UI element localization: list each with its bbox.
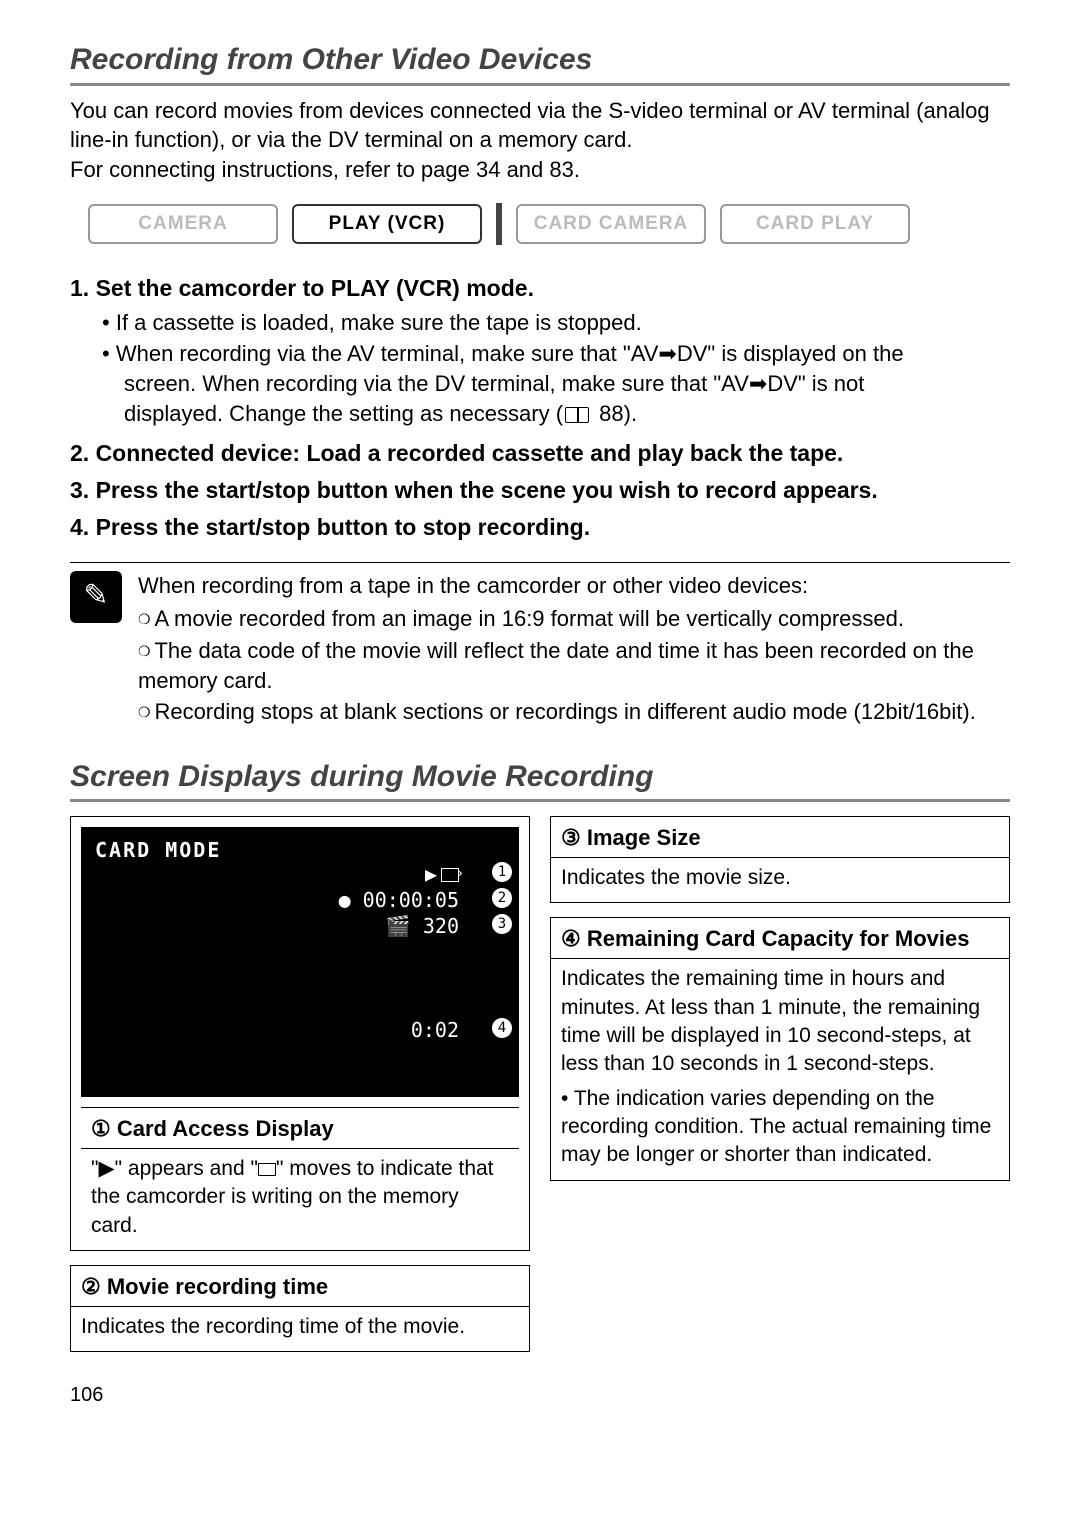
note-bullet-3: Recording stops at blank sections or rec…: [138, 697, 1010, 727]
card-2-title: ② Movie recording time: [71, 1266, 529, 1307]
mode-selector-row: CAMERA PLAY (VCR) CARD CAMERA CARD PLAY: [88, 203, 1010, 245]
circled-1: ①: [91, 1116, 111, 1141]
step1-bullet-2: When recording via the AV terminal, make…: [102, 339, 1010, 428]
callout-3: 3: [491, 913, 513, 935]
card-4-title-text: Remaining Card Capacity for Movies: [581, 926, 970, 951]
step-1: 1. Set the camcorder to PLAY (VCR) mode.: [70, 273, 1010, 304]
card-3-title-text: Image Size: [581, 825, 701, 850]
mode-camera: CAMERA: [88, 204, 278, 244]
camcorder-screen: CARD MODE ▶ ● 00:00:05 🎬 320 0:02 1 2 3 …: [81, 827, 519, 1097]
screen-display-card: CARD MODE ▶ ● 00:00:05 🎬 320 0:02 1 2 3 …: [70, 816, 530, 1251]
book-icon: [565, 407, 589, 423]
right-column: ③ Image Size Indicates the movie size. ④…: [550, 816, 1010, 1352]
circled-3: ③: [561, 825, 581, 850]
page-number: 106: [70, 1382, 1010, 1409]
card-4: ④ Remaining Card Capacity for Movies Ind…: [550, 917, 1010, 1180]
mode-play-vcr: PLAY (VCR): [292, 204, 482, 244]
step1-b2-a: When recording via the AV terminal, make…: [116, 341, 904, 366]
callout-2: 2: [491, 887, 513, 909]
card-1-body: "▶" appears and "" moves to indicate tha…: [81, 1149, 519, 1250]
mode-divider: [496, 203, 502, 245]
mode-card-play: CARD PLAY: [720, 204, 910, 244]
note-icon: ✎: [70, 571, 122, 623]
card4-body-text: Indicates the remaining time in hours an…: [561, 967, 980, 1075]
intro-text-2: For connecting instructions, refer to pa…: [70, 157, 580, 182]
left-column: CARD MODE ▶ ● 00:00:05 🎬 320 0:02 1 2 3 …: [70, 816, 530, 1352]
card-icon: [441, 868, 459, 882]
callout-1: 1: [491, 861, 513, 883]
note-intro: When recording from a tape in the camcor…: [138, 571, 1010, 601]
step1-bullet-1: If a cassette is loaded, make sure the t…: [102, 308, 1010, 338]
mode-card-camera: CARD CAMERA: [516, 204, 706, 244]
step-3: 3. Press the start/stop button when the …: [70, 475, 1010, 506]
step1-b2c-page: 88).: [593, 401, 637, 426]
note-bullet-2: The data code of the movie will reflect …: [138, 636, 1010, 695]
card-small-icon: [258, 1163, 276, 1176]
card-1-title: ① Card Access Display: [81, 1107, 519, 1149]
screen-line-1: ▶: [425, 861, 459, 888]
step-1-bullets: If a cassette is loaded, make sure the t…: [102, 308, 1010, 429]
card-3: ③ Image Size Indicates the movie size.: [550, 816, 1010, 903]
columns: CARD MODE ▶ ● 00:00:05 🎬 320 0:02 1 2 3 …: [70, 816, 1010, 1352]
card-2-body: Indicates the recording time of the movi…: [71, 1307, 529, 1351]
note-body: When recording from a tape in the camcor…: [138, 571, 1010, 729]
card1-body-a: "▶" appears and ": [91, 1157, 258, 1180]
card-1-title-text: Card Access Display: [111, 1116, 334, 1141]
card-4-body: Indicates the remaining time in hours an…: [551, 959, 1009, 1179]
screen-line-4: 0:02: [411, 1017, 459, 1044]
intro-text-1: You can record movies from devices conne…: [70, 98, 990, 153]
step1-b2-c: displayed. Change the setting as necessa…: [124, 399, 1010, 429]
circled-4: ④: [561, 926, 581, 951]
screen-card-mode: CARD MODE: [95, 837, 221, 864]
card-3-title: ③ Image Size: [551, 817, 1009, 858]
circled-2: ②: [81, 1274, 101, 1299]
note-bullet-1: A movie recorded from an image in 16:9 f…: [138, 604, 1010, 634]
step-4: 4. Press the start/stop button to stop r…: [70, 512, 1010, 543]
step1-b2c-prefix: displayed. Change the setting as necessa…: [124, 401, 563, 426]
section-heading-1: Recording from Other Video Devices: [70, 40, 1010, 86]
steps-list: 1. Set the camcorder to PLAY (VCR) mode.…: [70, 273, 1010, 544]
card4-bullet: The indication varies depending on the r…: [561, 1085, 999, 1170]
section-heading-2: Screen Displays during Movie Recording: [70, 757, 1010, 803]
card-2-title-text: Movie recording time: [101, 1274, 328, 1299]
card-4-title: ④ Remaining Card Capacity for Movies: [551, 918, 1009, 959]
card-2: ② Movie recording time Indicates the rec…: [70, 1265, 530, 1352]
callout-4: 4: [491, 1017, 513, 1039]
screen-line-3: 🎬 320: [386, 913, 459, 940]
step-2: 2. Connected device: Load a recorded cas…: [70, 438, 1010, 469]
intro-paragraph: You can record movies from devices conne…: [70, 96, 1010, 185]
play-icon: ▶: [425, 862, 437, 886]
step1-b2-b: screen. When recording via the DV termin…: [124, 369, 1010, 399]
card-3-body: Indicates the movie size.: [551, 858, 1009, 902]
note-block: ✎ When recording from a tape in the camc…: [70, 562, 1010, 729]
screen-line-2: ● 00:00:05: [339, 887, 459, 914]
